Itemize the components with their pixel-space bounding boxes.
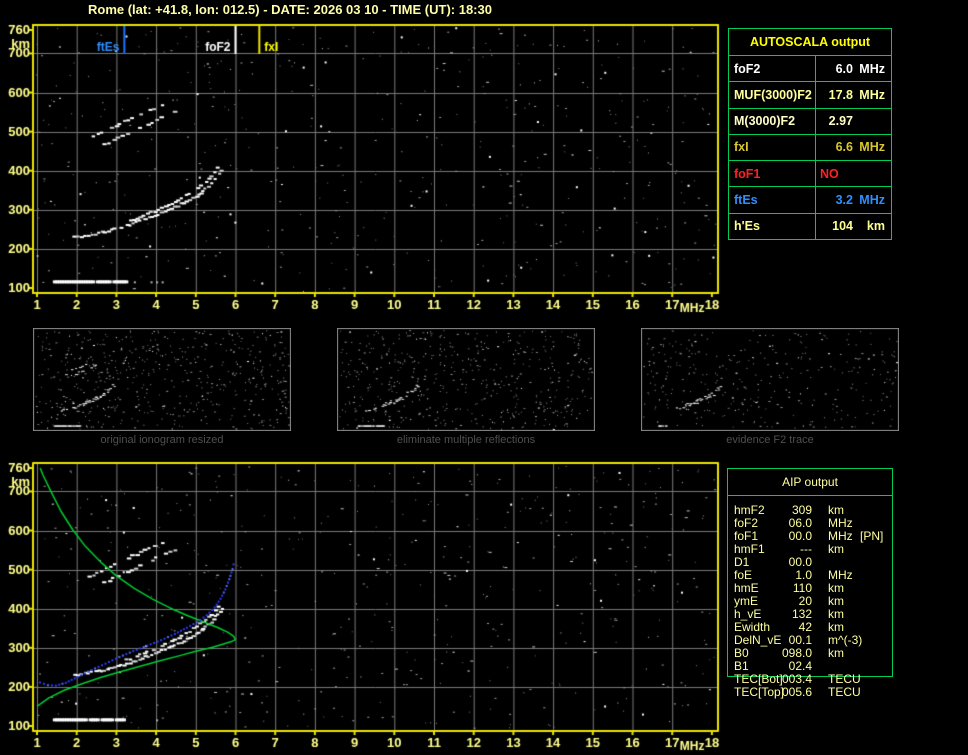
aip-panel-title: AIP output [728,469,892,496]
autoscala-row-muf-3000-f2: MUF(3000)F2 17.8 MHz [729,82,891,109]
bottom-ionogram-profile-canvas [0,458,730,755]
autoscala-row-ftes: ftEs 3.2 MHz [729,187,891,214]
aip-param-unit: TECU [828,685,861,699]
unit-text: MHz [859,193,885,208]
autoscala-row-fxi: fxI 6.6 MHz [729,134,891,162]
autoscala-param-value: NO [816,161,891,186]
autoscala-param-label: M(3000)F2 [729,108,816,134]
thumbnail-original-ionogram [33,328,291,431]
value-text: NO [820,166,839,181]
autoscala-param-value: 104 km [816,214,891,239]
autoscala-panel-title: AUTOSCALA output [729,29,891,56]
caption-evidence-f2-trace: evidence F2 trace [726,434,814,446]
value-text: 6.6 [835,140,853,155]
unit-text: km [866,219,885,234]
value-text: 2.97 [828,114,853,129]
autoscala-output-panel: AUTOSCALA output foF2 6.0 MHz MUF(3000)F2 17… [728,28,892,240]
autoscala-app-window: { "header": { "title": "Rome (lat: +41.8… [0,0,968,755]
value-text: 3.2 [835,193,853,208]
autoscala-param-label: h'Es [729,213,816,239]
top-ionogram-canvas [0,18,730,315]
unit-text: MHz [859,140,885,155]
autoscala-param-label: MUF(3000)F2 [729,82,816,108]
autoscala-param-label: foF2 [729,56,816,82]
autoscala-rows: foF2 6.0 MHz MUF(3000)F2 17.8 MHz M(3000)F2 2.9… [729,56,891,239]
aip-param-unit: km [828,542,844,556]
value-text: 6.0 [835,61,853,76]
autoscala-param-value: 17.8 MHz [816,82,891,107]
value-text: 17.8 [828,87,853,102]
unit-text: MHz [859,61,885,76]
thumbnail-eliminate-multiple-reflections [337,328,595,431]
value-text: 104 [832,219,853,234]
autoscala-param-label: foF1 [729,161,816,187]
aip-output-panel: AIP output hmF2 309 km foF2 06.0 MHz foF1 00.0 M… [727,468,893,699]
autoscala-param-label: fxI [729,134,816,161]
autoscala-row-fof2: foF2 6.0 MHz [729,56,891,83]
aip-param-unit: km [828,646,844,660]
autoscala-param-value: 6.6 MHz [816,135,891,160]
autoscala-param-value: 3.2 MHz [816,187,891,212]
aip-param-value: 005.6 [781,685,812,699]
autoscala-row-m-3000-f2: M(3000)F2 2.97 [729,108,891,135]
autoscala-row-fof1: foF1 NO [729,161,891,188]
thumbnail-evidence-f2-trace [641,328,899,431]
caption-eliminate-multiple-reflections: eliminate multiple reflections [396,434,536,446]
autoscala-param-value: 6.0 MHz [816,56,891,81]
aip-row-tec-top-: TEC[Top] 005.6 TECU [728,686,892,699]
station-date-time-header: Rome (lat: +41.8, lon: 012.5) - DATE: 20… [88,2,492,17]
autoscala-param-value: 2.97 [816,109,891,134]
caption-original-ionogram: original ionogram resized [100,434,224,446]
aip-param-flag: [PN] [860,529,884,543]
unit-text: MHz [859,87,885,102]
autoscala-row-h-es: h'Es 104 km [729,213,891,239]
autoscala-param-label: ftEs [729,187,816,213]
